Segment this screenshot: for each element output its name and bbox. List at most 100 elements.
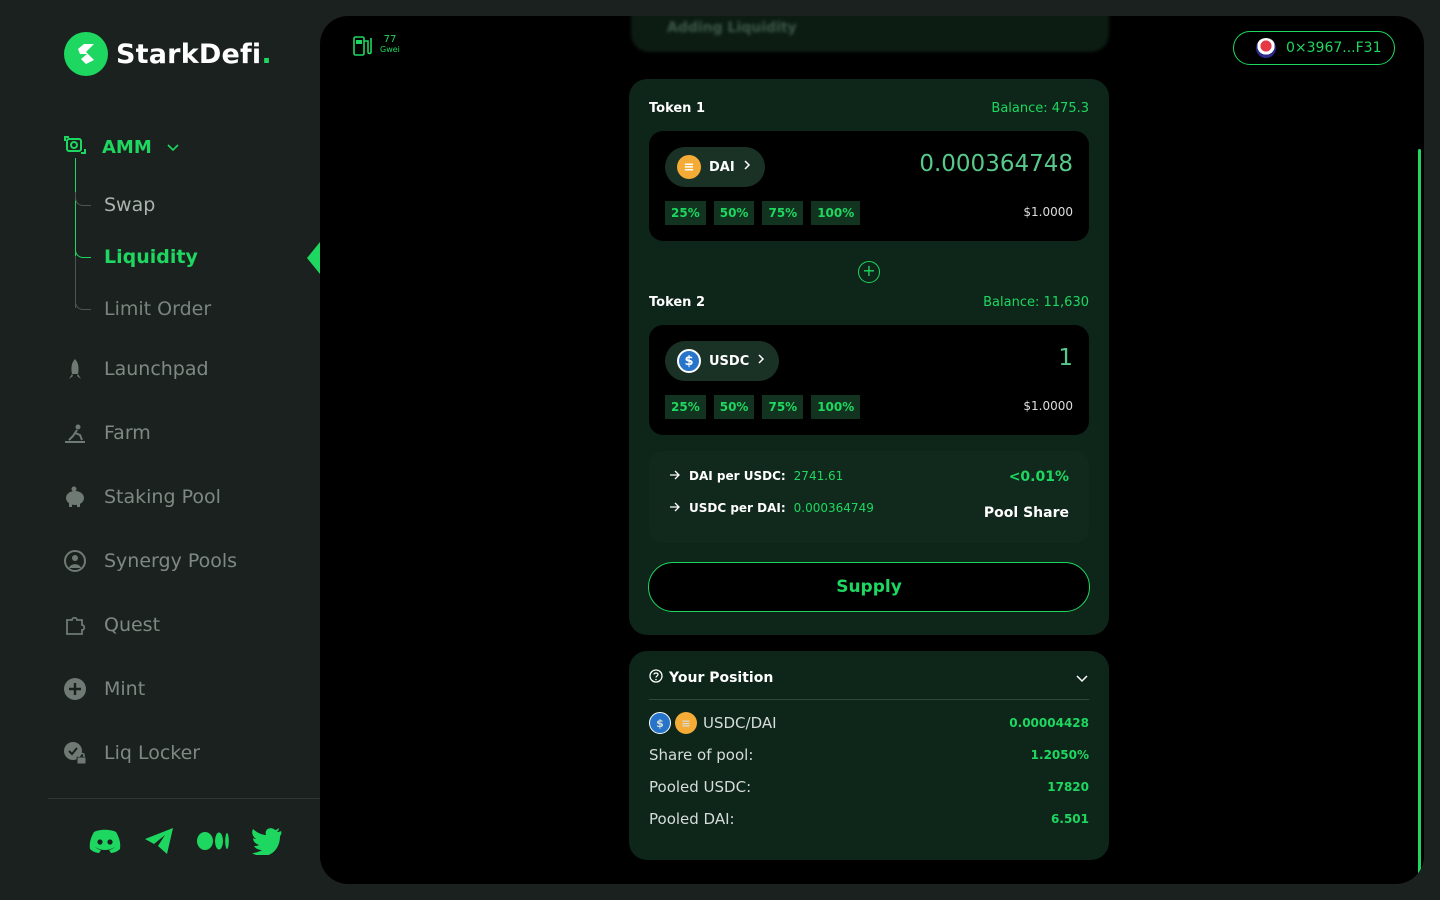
tree-elbow [75,296,91,310]
add-liquidity-card: Token 1 Balance: 475.3 ≡ DAI 0.000364748… [629,79,1109,635]
token1-symbol: DAI [709,159,735,175]
piggy-bank-icon [62,484,88,510]
blurred-title: Adding Liquidity [667,20,797,36]
nav-synergy-pools-label: Synergy Pools [104,550,238,572]
chevron-right-icon [757,353,765,369]
usdc-per-dai-value: 0.000364749 [793,501,874,515]
position-row: Pooled DAI: 6.501 [649,810,1089,828]
nav-liq-locker[interactable]: Liq Locker [62,740,200,766]
token1-balance[interactable]: Balance: 475.3 [991,101,1089,116]
price-info-box: DAI per USDC: 2741.61 USDC per DAI: 0.00… [649,451,1089,543]
token2-label: Token 2 [649,295,706,310]
nav-quest-label: Quest [104,614,161,636]
wallet-button[interactable]: 0×3967...F31 [1233,31,1395,65]
supply-button[interactable]: Supply [648,562,1090,612]
position-title: Your Position [669,670,774,686]
nav-liquidity[interactable]: Liquidity [104,246,198,268]
gas-pump-icon [352,32,378,62]
nav-mint[interactable]: Mint [62,676,145,702]
arrow-right-icon [669,501,681,515]
nav-farm[interactable]: Farm [62,420,151,446]
gas-indicator: 77 Gwei [352,32,400,62]
usdc-icon: $ [649,712,671,734]
wallet-avatar [1256,38,1276,58]
pool-share-label: Pool Share [983,505,1069,521]
tree-elbow [75,192,91,206]
position-row: Share of pool: 1.2050% [649,746,1089,764]
chevron-down-icon[interactable] [1075,669,1089,688]
nav-mint-label: Mint [104,678,146,700]
position-header[interactable]: Your Position [649,669,773,687]
synergy-icon [62,548,88,574]
position-row: Pooled USDC: 17820 [649,778,1089,796]
pct-75-button[interactable]: 75% [762,201,804,225]
token2-balance[interactable]: Balance: 11,630 [983,295,1089,310]
pool-share-value: <0.01% [1008,469,1069,485]
token2-symbol: USDC [709,353,750,369]
dai-icon: ≡ [675,712,697,734]
sidebar-divider [48,798,320,799]
pct-100-button[interactable]: 100% [811,395,861,419]
pct-75-button[interactable]: 75% [762,395,804,419]
token2-selector[interactable]: $ USDC [665,341,780,381]
nav-quest[interactable]: Quest [62,612,160,638]
token2-amount-input[interactable]: 1 [1058,345,1073,371]
nav-swap[interactable]: Swap [104,194,155,216]
position-pair: USDC/DAI [703,714,777,732]
token1-usd-value: $1.0000 [1023,205,1073,219]
lock-icon [62,740,88,766]
sidebar: StarkDefi. AMM Swap Liquidity Limit Orde… [0,0,320,900]
plus-circle-icon [62,676,88,702]
nav-synergy-pools[interactable]: Synergy Pools [62,548,237,574]
scrollbar[interactable] [1418,149,1421,884]
gas-value: 77 [383,34,397,45]
nav-liq-locker-label: Liq Locker [104,742,201,764]
position-pair-row: $ ≡ USDC/DAI 0.00004428 [649,712,1089,734]
brand-logo[interactable]: StarkDefi. [64,32,272,76]
puzzle-icon [62,612,88,638]
discord-icon[interactable] [88,826,122,856]
dai-per-usdc-value: 2741.61 [793,469,844,483]
telegram-icon[interactable] [142,826,176,856]
position-pair-value: 0.00004428 [1009,716,1089,730]
position-divider [649,699,1089,700]
tree-elbow-active [75,244,91,258]
token1-selector[interactable]: ≡ DAI [665,147,765,187]
pct-50-button[interactable]: 50% [713,201,755,225]
dai-icon: ≡ [677,155,701,179]
brand-name: StarkDefi [116,38,262,70]
nav-staking-pool-label: Staking Pool [104,486,221,508]
rocket-icon [62,356,88,382]
pct-25-button[interactable]: 25% [665,201,706,225]
nav-staking-pool[interactable]: Staking Pool [62,484,221,510]
nav-farm-label: Farm [104,422,151,444]
arrow-right-icon [669,469,681,483]
medium-icon[interactable] [196,826,230,856]
chevron-down-icon [166,137,180,158]
nav-amm[interactable]: AMM [62,132,180,163]
social-links [88,826,284,856]
token1-amount-input[interactable]: 0.000364748 [919,151,1073,177]
pct-50-button[interactable]: 50% [713,395,755,419]
pct-25-button[interactable]: 25% [665,395,706,419]
token2-usd-value: $1.0000 [1023,399,1073,413]
tree-line-active [75,158,76,256]
your-position-card: Your Position $ ≡ USDC/DAI 0.00004428 Sh… [629,651,1109,860]
plus-icon: + [858,261,880,283]
farm-icon [62,420,88,446]
nav-launchpad[interactable]: Launchpad [62,356,209,382]
token2-percent-buttons: 25% 50% 75% 100% [665,395,861,419]
nav-launchpad-label: Launchpad [104,358,209,380]
twitter-icon[interactable] [250,826,284,856]
usdc-icon: $ [677,349,701,373]
nav-limit-order[interactable]: Limit Order [104,298,211,320]
starkdefi-logo-icon [64,32,108,76]
gas-unit: Gwei [380,45,400,54]
token1-percent-buttons: 25% 50% 75% 100% [665,201,861,225]
rate-dai-per-usdc: DAI per USDC: 2741.61 [669,469,843,483]
token1-label: Token 1 [649,101,706,116]
pct-100-button[interactable]: 100% [811,201,861,225]
rate-usdc-per-dai: USDC per DAI: 0.000364749 [669,501,874,515]
nav-amm-label: AMM [102,137,152,158]
brand-dot: . [261,38,272,70]
